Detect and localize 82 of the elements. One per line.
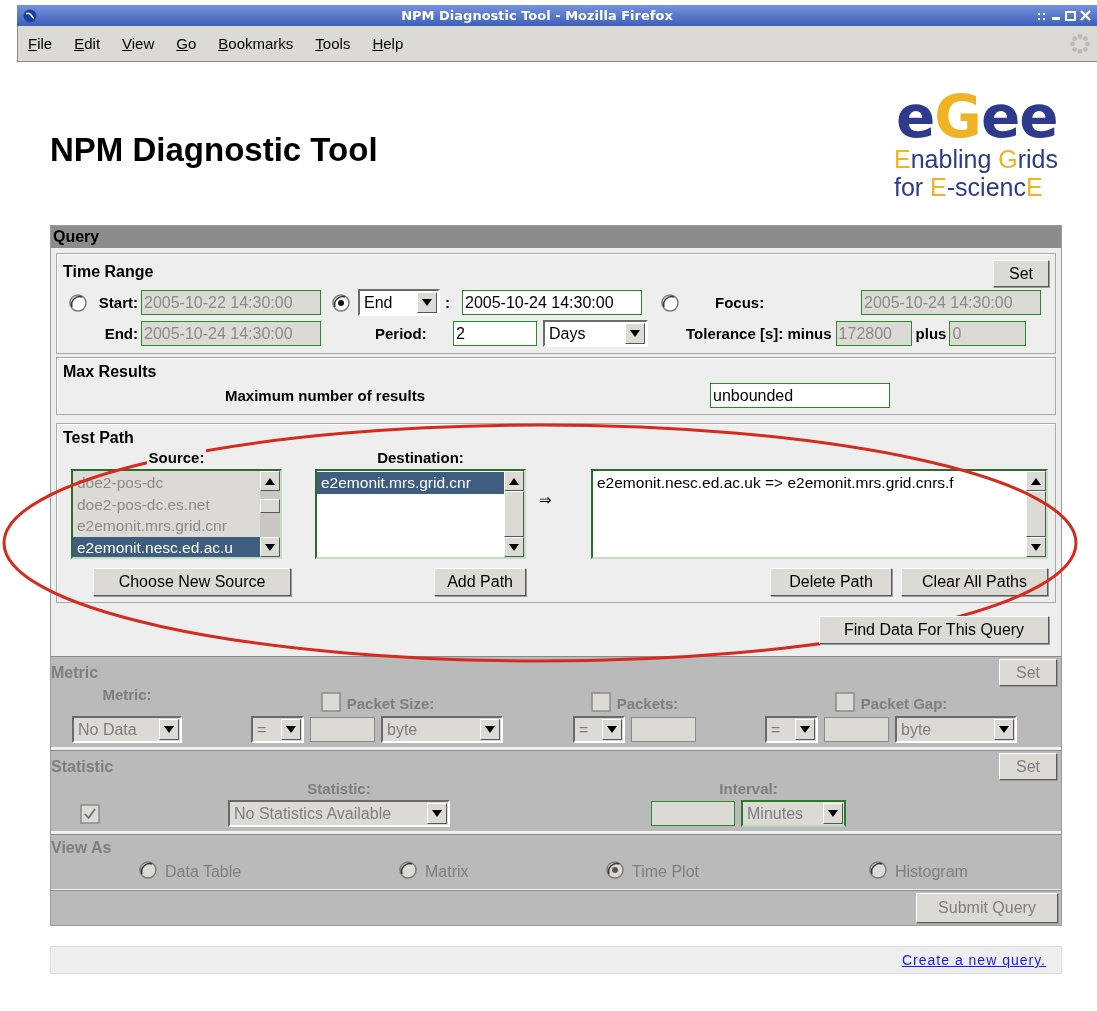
- page-heading: NPM Diagnostic Tool: [50, 130, 378, 169]
- field-label: Packet Gap:: [860, 695, 948, 712]
- menu-item[interactable]: Help: [372, 35, 404, 52]
- menu-item[interactable]: Tools: [315, 35, 351, 52]
- caret-icon: [999, 726, 1009, 733]
- grip-icon[interactable]: [1037, 10, 1047, 21]
- new-query-link[interactable]: Create a new query.: [901, 952, 1046, 968]
- scroll-thumb[interactable]: [504, 491, 524, 537]
- menu-item[interactable]: Go: [176, 35, 197, 52]
- caret-icon: [828, 810, 838, 817]
- list-item[interactable]: e2emonit.mrs.grid.cnr: [317, 472, 504, 494]
- option-label: Data Table: [165, 863, 242, 881]
- panel-title: Time Range: [63, 263, 154, 281]
- field-label: Packet Size:: [346, 695, 435, 712]
- period-field[interactable]: 2: [453, 321, 537, 346]
- option-label: Matrix: [425, 863, 469, 881]
- throbber-icon: [1069, 32, 1091, 55]
- field-label: Statistic:: [307, 780, 371, 797]
- max-results-field[interactable]: unbounded: [710, 383, 891, 408]
- field-label: Start:: [97, 294, 138, 311]
- logo-tagline: for E-sciencE: [894, 173, 1043, 201]
- globe-icon: [23, 8, 37, 23]
- clear-paths-button[interactable]: Clear All Paths: [901, 568, 1048, 596]
- choose-source-button[interactable]: Choose New Source: [93, 568, 291, 596]
- end-mode-select[interactable]: End: [358, 289, 440, 316]
- add-path-button[interactable]: Add Path: [434, 568, 526, 596]
- period-unit-select[interactable]: Days: [543, 320, 648, 347]
- scroll-thumb[interactable]: [1026, 491, 1046, 537]
- menu-item[interactable]: File: [28, 35, 53, 52]
- maximize-icon[interactable]: [1065, 10, 1076, 21]
- caret-icon: [607, 726, 617, 733]
- arrow-symbol: ⇒: [538, 491, 553, 509]
- logo-wordmark: eGee: [896, 88, 1058, 146]
- field-label: Metric:: [102, 686, 152, 703]
- scroll-down-icon: [265, 543, 275, 551]
- close-icon[interactable]: [1080, 10, 1091, 21]
- separator: :: [445, 294, 451, 311]
- window-title: NPM Diagnostic Tool - Mozilla Firefox: [400, 8, 674, 23]
- caret-icon: [485, 726, 495, 733]
- scroll-down-icon: [1031, 543, 1041, 551]
- scroll-down-icon: [509, 543, 519, 551]
- panel-title: Test Path: [63, 429, 134, 447]
- radio-button[interactable]: [331, 292, 351, 313]
- field-label: Packets:: [616, 695, 679, 712]
- end-field[interactable]: 2005-10-24 14:30:00: [462, 290, 642, 315]
- scroll-up-icon: [1031, 477, 1041, 485]
- menu-item[interactable]: Bookmarks: [218, 35, 294, 52]
- find-data-button[interactable]: Find Data For This Query: [819, 616, 1049, 644]
- column-label: Destination:: [375, 449, 466, 466]
- column-label: Source:: [146, 449, 207, 466]
- caret-icon: [286, 726, 296, 733]
- field-label: Tolerance [s]: minus: [686, 325, 832, 342]
- caret-icon: [630, 330, 640, 337]
- caret-icon: [432, 810, 442, 817]
- delete-path-button[interactable]: Delete Path: [770, 568, 892, 596]
- scrollbar[interactable]: [504, 471, 524, 557]
- set-button[interactable]: Set: [993, 260, 1049, 287]
- list-box[interactable]: e2emonit.mrs.grid.cnr: [315, 469, 526, 559]
- caret-icon: [422, 299, 432, 306]
- section-header: Query: [51, 226, 1061, 248]
- section-title: Statistic: [51, 757, 114, 776]
- section-title: Metric: [51, 663, 99, 682]
- scroll-up-icon: [509, 477, 519, 485]
- field-label: Interval:: [719, 780, 778, 797]
- field-label: End:: [103, 325, 138, 342]
- field-label: plus: [915, 325, 947, 342]
- scrollbar[interactable]: [1026, 471, 1046, 557]
- option-label: Time Plot: [632, 863, 699, 881]
- caret-icon: [800, 726, 810, 733]
- list-item[interactable]: e2emonit.nesc.ed.ac.uk => e2emonit.mrs.grid.cnrs.f: [593, 472, 1026, 494]
- field-label: Focus:: [715, 294, 765, 311]
- list-box[interactable]: e2emonit.nesc.ed.ac.uk => e2emonit.mrs.grid.cnrs.f: [591, 469, 1048, 559]
- section-title: View As: [51, 839, 112, 857]
- option-label: Histogram: [895, 863, 968, 881]
- panel-title: Max Results: [63, 363, 157, 381]
- caret-icon: [164, 726, 174, 733]
- field-label: Maximum number of results: [225, 387, 426, 404]
- field-label: Period:: [375, 325, 428, 342]
- menu-item[interactable]: Edit: [74, 35, 101, 52]
- logo-tagline: Enabling Grids: [894, 146, 1058, 174]
- menu-item[interactable]: View: [122, 35, 155, 52]
- scroll-up-icon: [265, 477, 275, 485]
